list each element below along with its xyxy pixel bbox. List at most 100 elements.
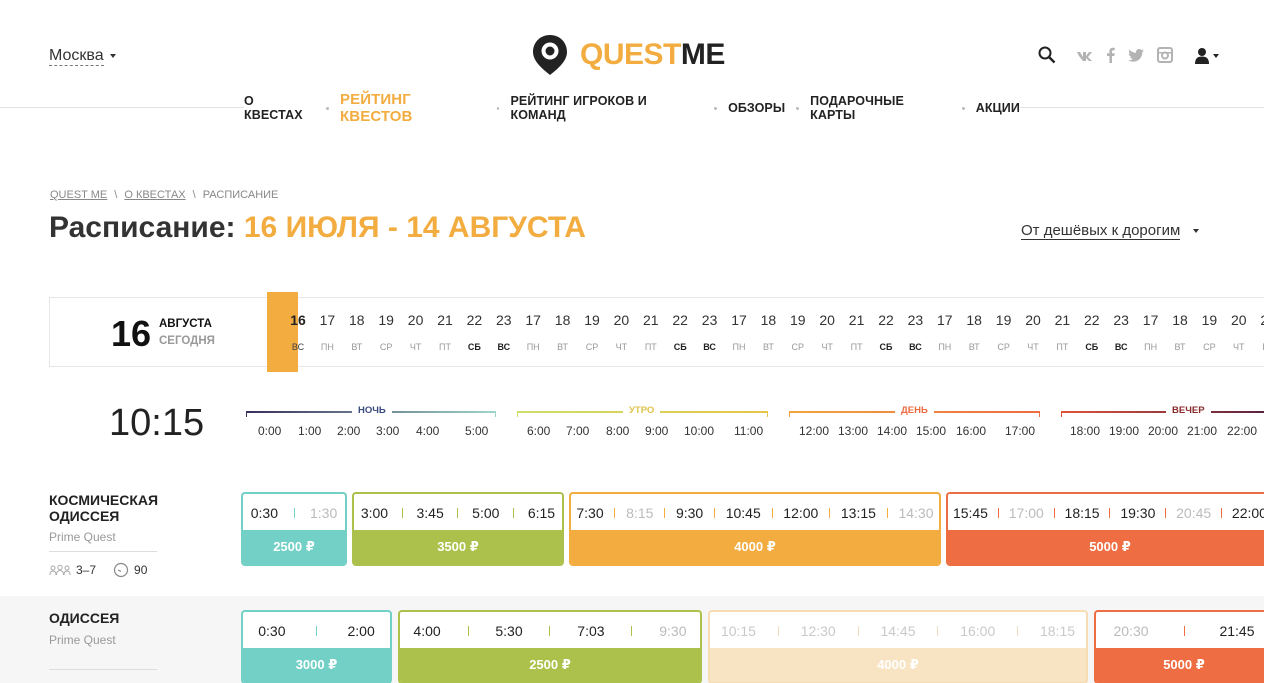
hour-label: 11:00: [734, 424, 764, 438]
time-slot[interactable]: 2:00: [348, 623, 375, 639]
breadcrumb-home[interactable]: QUEST ME: [50, 189, 107, 201]
nav-item-quest-rating[interactable]: РЕЙТИНГ КВЕСТОВ: [340, 91, 486, 125]
price-label: 5000 ₽: [948, 530, 1264, 564]
search-icon[interactable]: [1038, 46, 1056, 69]
hour-label: 5:00: [465, 424, 489, 438]
time-separator: [1183, 626, 1185, 636]
weekday-label: ПТ: [1056, 342, 1069, 352]
nav-item-promos[interactable]: АКЦИИ: [976, 101, 1020, 115]
selected-day-highlight: [267, 292, 298, 372]
today-day: 16: [111, 313, 152, 354]
time-slot[interactable]: 5:00: [472, 505, 499, 521]
city-selector[interactable]: Москва: [49, 47, 104, 66]
price-label: 2500 ₽: [400, 648, 700, 682]
instagram-icon[interactable]: [1157, 47, 1173, 68]
day-number: 22: [878, 312, 894, 328]
hour-label: 4:00: [416, 424, 440, 438]
weekday-label: СР: [1203, 342, 1216, 352]
time-slot[interactable]: 7:03: [577, 623, 604, 639]
quest-organizer[interactable]: Prime Quest: [49, 633, 116, 647]
time-separator: [549, 626, 551, 636]
weekday-label: ВС: [291, 342, 305, 352]
time-separator: [316, 626, 317, 636]
time-separator: [664, 508, 666, 518]
site-header: Москва QUESTME: [0, 0, 1264, 108]
time-slot[interactable]: 18:15: [1065, 505, 1100, 521]
day-number: 20: [613, 312, 630, 328]
clock-icon: [113, 562, 129, 578]
vk-icon[interactable]: [1076, 49, 1093, 67]
weekday-label: СР: [791, 342, 805, 352]
time-slot[interactable]: 21:45: [1219, 623, 1254, 639]
weekday-label: СР: [585, 342, 599, 352]
weekday-label: СБ: [467, 342, 481, 352]
time-separator: [293, 508, 295, 518]
nav-item-player-rating[interactable]: РЕЙТИНГ ИГРОКОВ И КОМАНД: [510, 94, 703, 122]
time-slot[interactable]: 0:30: [258, 623, 285, 639]
time-slot[interactable]: 3:00: [361, 505, 388, 521]
weekday-label: ПТ: [439, 342, 451, 352]
time-slot[interactable]: 12:00: [783, 505, 818, 521]
nav-item-gift-cards[interactable]: ПОДАРОЧНЫЕ КАРТЫ: [810, 94, 951, 122]
time-slot[interactable]: 19:30: [1120, 505, 1155, 521]
location-pin-icon: [533, 35, 567, 75]
day-number: 19: [584, 312, 600, 328]
caret-down-icon[interactable]: [110, 54, 116, 58]
quest-name[interactable]: КОСМИЧЕСКАЯ ОДИССЕЯ: [49, 492, 199, 524]
sort-dropdown[interactable]: От дешёвых к дорогим: [1021, 222, 1181, 240]
weekday-label: СР: [997, 342, 1010, 352]
day-number: 23: [701, 312, 718, 328]
weekday-label: ПТ: [1253, 342, 1264, 352]
time-slot[interactable]: 15:45: [953, 505, 988, 521]
twitter-icon[interactable]: [1128, 48, 1144, 67]
day-number: 18: [554, 312, 571, 328]
day-number: 21: [643, 312, 659, 328]
header-icons: [1038, 46, 1219, 69]
time-slot-group: 15:45 17:00 18:15 19:30 20:45 22:00 5000 ₽: [946, 492, 1264, 566]
nav-separator: [961, 106, 965, 110]
day-number: 17: [1142, 312, 1159, 328]
time-slot[interactable]: 6:15: [528, 505, 555, 521]
day-number: 17: [319, 312, 336, 328]
quest-organizer[interactable]: Prime Quest: [49, 530, 116, 544]
day-number: 22: [1084, 312, 1100, 328]
players-count: 3–7: [76, 563, 97, 577]
time-slot[interactable]: 3:45: [417, 505, 444, 521]
breadcrumb-about[interactable]: О КВЕСТАХ: [124, 189, 185, 201]
time-slot: 20:30: [1113, 623, 1149, 639]
time-slot: 8:15: [626, 505, 654, 521]
nav-item-reviews[interactable]: ОБЗОРЫ: [728, 101, 785, 115]
price-label: 2500 ₽: [243, 530, 345, 564]
time-slot[interactable]: 10:45: [726, 505, 761, 521]
time-separator: [997, 508, 999, 518]
quest-name[interactable]: ОДИССЕЯ: [49, 610, 119, 626]
day-number: 17: [937, 312, 953, 328]
time-slot[interactable]: 9:30: [676, 505, 703, 521]
caret-down-icon[interactable]: [1193, 229, 1199, 233]
time-separator: [886, 508, 888, 518]
nav-item-about[interactable]: О КВЕСТАХ: [244, 94, 315, 122]
hour-label: 10:00: [684, 424, 715, 438]
weekday-label: ЧТ: [615, 342, 628, 352]
breadcrumb-current: РАСПИСАНИЕ: [202, 189, 279, 201]
time-slot[interactable]: 22:00: [1232, 505, 1264, 521]
caret-down-icon[interactable]: [1213, 53, 1219, 58]
period-label: НОЧЬ: [352, 405, 392, 416]
time-slot[interactable]: 7:30: [576, 505, 603, 521]
time-slot[interactable]: 4:00: [413, 623, 440, 639]
time-slot: 12:30: [800, 623, 836, 639]
user-icon[interactable]: [1195, 47, 1209, 69]
time-slot[interactable]: 5:30: [495, 623, 522, 639]
time-slot[interactable]: 13:15: [841, 505, 876, 521]
period-cap: [517, 411, 518, 417]
weekday-label: ЧТ: [1233, 342, 1245, 352]
nav-separator: [326, 106, 330, 110]
day-number: 21: [1054, 312, 1071, 328]
time-separator: [857, 626, 859, 636]
hour-label: 15:00: [916, 424, 947, 438]
time-list: 0:30 1:30: [243, 494, 345, 532]
logo[interactable]: QUESTME: [532, 34, 725, 76]
time-separator: [771, 508, 773, 518]
facebook-icon[interactable]: [1106, 47, 1115, 68]
time-slot[interactable]: 0:30: [251, 505, 278, 521]
